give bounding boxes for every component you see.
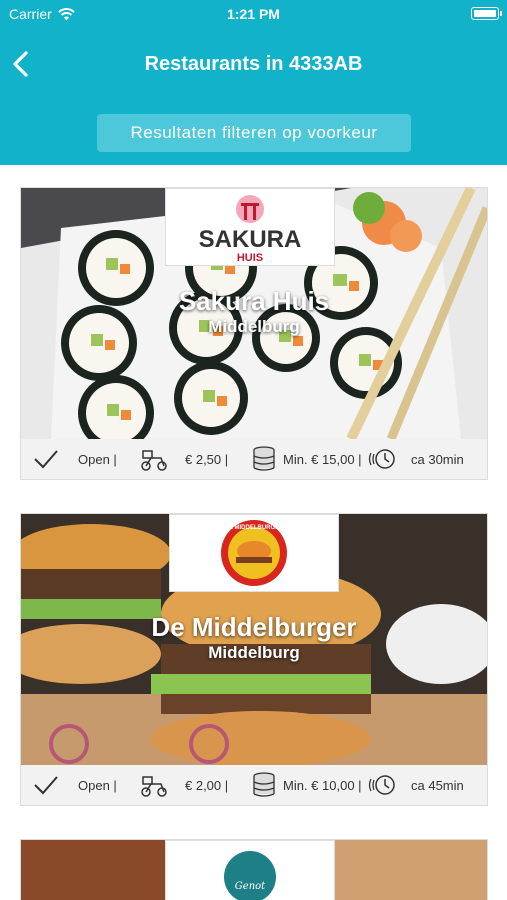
logo-text: Zeeuws <box>230 860 270 871</box>
minimum-order: Min. € 10,00 | <box>283 777 362 793</box>
restaurant-info-bar: Open | € 2,50 | Min. € 15,00 | ca 30min <box>21 439 487 479</box>
restaurant-logo: DE MIDDELBURGER <box>169 514 339 592</box>
checkmark-icon <box>34 776 58 795</box>
restaurant-city: Middelburg <box>208 643 300 662</box>
restaurant-card-zeeuws-genot[interactable]: Zeeuws Genot <box>20 839 488 900</box>
navigation-bar: Restaurants in 4333AB <box>0 40 507 88</box>
open-status: Open | <box>78 777 117 793</box>
delivery-scooter-icon <box>141 776 167 797</box>
coins-icon <box>253 772 275 797</box>
filter-preferences-button[interactable]: Resultaten filteren op voorkeur <box>97 114 411 152</box>
open-status: Open | <box>78 451 117 467</box>
delivery-cost: € 2,00 | <box>185 777 229 793</box>
delivery-cost: € 2,50 | <box>185 451 229 467</box>
coins-icon <box>253 446 275 471</box>
restaurant-photo: DE MIDDELBURGER De Middelburger Middelbu… <box>21 514 487 765</box>
page-title: Restaurants in 4333AB <box>144 53 363 75</box>
battery-icon <box>471 7 502 20</box>
clock-icon <box>368 775 395 795</box>
minimum-order: Min. € 15,00 | <box>283 451 362 467</box>
logo-subtext: Genot <box>235 881 266 892</box>
checkmark-icon <box>34 450 58 469</box>
restaurant-city: Middelburg <box>208 317 300 336</box>
restaurant-logo: Zeeuws Genot <box>165 840 335 900</box>
restaurant-logo: SAKURA HUIS <box>165 188 335 266</box>
restaurant-card-de-middelburger[interactable]: DE MIDDELBURGER De Middelburger Middelbu… <box>20 513 488 806</box>
delivery-scooter-icon <box>141 450 167 471</box>
delivery-time: ca 30min <box>411 451 464 467</box>
restaurant-card-sakura-huis[interactable]: SAKURA HUIS Sakura Huis Middelburg Open … <box>20 187 488 480</box>
logo-text: DE MIDDELBURGER <box>224 525 284 531</box>
header-bar: Carrier 1:21 PM Restaurants in 4333AB Re… <box>0 0 507 165</box>
logo-text: SAKURA <box>199 226 302 253</box>
delivery-time: ca 45min <box>411 777 464 793</box>
clock: 1:21 PM <box>227 6 280 22</box>
clock-icon <box>368 449 395 469</box>
restaurant-info-bar: Open | € 2,00 | Min. € 10,00 | ca 45min <box>21 765 487 805</box>
restaurant-name: De Middelburger <box>151 612 357 642</box>
restaurant-photo: SAKURA HUIS Sakura Huis Middelburg <box>21 188 487 439</box>
status-bar: Carrier 1:21 PM <box>0 0 507 28</box>
logo-subtext: HUIS <box>237 252 263 264</box>
restaurant-photo: Zeeuws Genot <box>21 840 487 900</box>
restaurant-name: Sakura Huis <box>178 286 330 316</box>
